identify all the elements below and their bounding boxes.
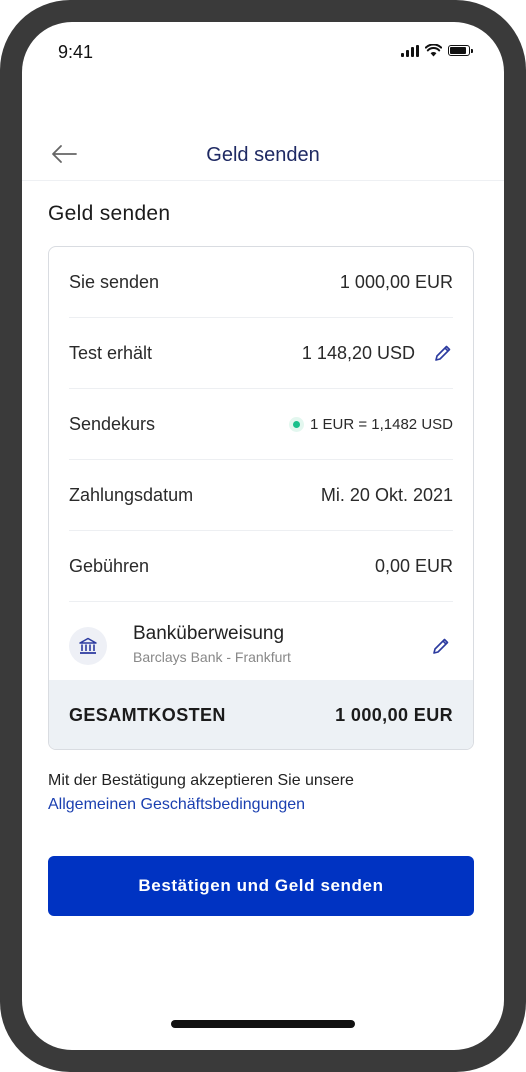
summary-row-recipient-amount: Test erhält 1 148,20 USD <box>69 318 453 389</box>
row-label: Sendekurs <box>69 413 156 434</box>
payment-method-subtitle: Barclays Bank - Frankfurt <box>133 649 291 665</box>
row-label: Test erhält <box>69 342 153 363</box>
page-title: Geld senden <box>206 144 320 166</box>
transfer-summary-card: Sie senden 1 000,00 EUR Test erhält 1 14… <box>48 246 474 750</box>
section-title: Geld senden <box>48 202 171 225</box>
row-value-wrap: 1 148,20 USD <box>302 343 453 364</box>
home-indicator[interactable] <box>171 1020 355 1028</box>
row-value: Mi. 20 Okt. 2021 <box>320 484 453 505</box>
row-value: 0,00 EUR <box>374 555 453 576</box>
payment-method-row[interactable]: Banküberweisung Barclays Bank - Frankfur… <box>69 611 453 681</box>
status-icons <box>401 44 473 57</box>
wifi-icon <box>425 44 442 57</box>
pencil-icon[interactable] <box>431 636 451 656</box>
status-time: 9:41 <box>58 42 94 62</box>
summary-row-exchange-rate: Sendekurs 1 EUR = 1,1482 USD <box>69 389 453 460</box>
confirm-send-button[interactable]: Bestätigen und Geld senden <box>48 856 474 916</box>
row-value: 1 148,20 USD <box>301 342 415 363</box>
total-label: GESAMTKOSTEN <box>69 705 226 725</box>
row-label: Zahlungsdatum <box>69 484 194 505</box>
row-label: Sie senden <box>69 271 160 292</box>
row-value: 1 000,00 EUR <box>339 271 453 292</box>
battery-icon <box>448 45 473 56</box>
pencil-icon[interactable] <box>433 343 453 363</box>
row-value: 1 EUR = 1,1482 USD <box>310 415 453 433</box>
row-value-wrap: 1 EUR = 1,1482 USD <box>293 416 453 433</box>
phone-frame: 9:41 Geld senden Geld senden Sie senden … <box>0 0 526 1072</box>
bank-icon <box>69 627 107 665</box>
summary-row-send-amount: Sie senden 1 000,00 EUR <box>69 247 453 318</box>
summary-row-fees: Gebühren 0,00 EUR <box>69 531 453 602</box>
phone-screen: 9:41 Geld senden Geld senden Sie senden … <box>22 22 504 1050</box>
signal-icon <box>401 44 419 57</box>
payment-method-title: Banküberweisung <box>133 623 285 644</box>
terms-link[interactable]: Allgemeinen Geschäftsbedingungen <box>48 796 305 814</box>
rate-live-dot-icon <box>293 420 300 428</box>
total-value: 1 000,00 EUR <box>335 705 453 725</box>
summary-row-payment-date: Zahlungsdatum Mi. 20 Okt. 2021 <box>69 460 453 531</box>
row-label: Gebühren <box>69 555 150 576</box>
top-bar: Geld senden <box>22 130 504 181</box>
terms-text: Mit der Bestätigung akzeptieren Sie unse… <box>48 772 354 789</box>
total-row: GESAMTKOSTEN 1 000,00 EUR <box>49 680 473 749</box>
